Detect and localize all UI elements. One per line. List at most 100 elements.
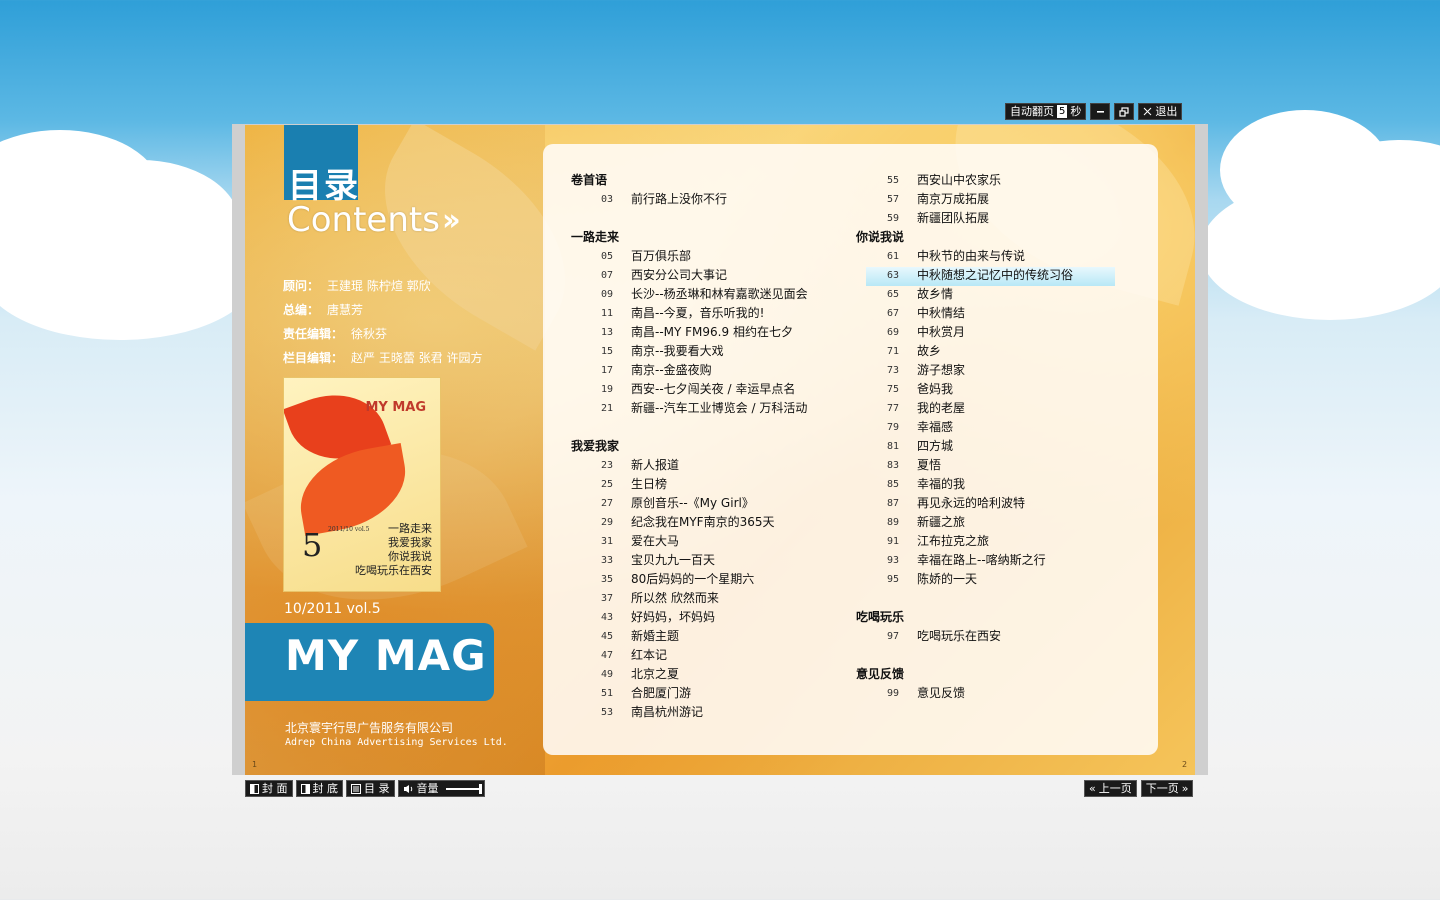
- toc-entry-title: 纪念我在MYF南京的365天: [631, 515, 775, 529]
- toc-entry[interactable]: 03 前行路上没你不行: [601, 190, 727, 209]
- toc-entry-page: 71: [887, 346, 900, 357]
- toc-entry[interactable]: 65 故乡情: [887, 285, 953, 304]
- toc-entry[interactable]: 15 南京--我要看大戏: [601, 342, 724, 361]
- prev-page-button[interactable]: « 上一页: [1084, 780, 1137, 797]
- toc-entry[interactable]: 35 80后妈妈的一个星期六: [601, 570, 754, 589]
- minimize-button[interactable]: [1090, 103, 1111, 120]
- toc-entry-page: 67: [887, 308, 900, 319]
- toc-entry-title: 80后妈妈的一个星期六: [631, 572, 755, 586]
- toc-entry[interactable]: 59 新疆团队拓展: [887, 209, 989, 228]
- cloud-decoration: [0, 200, 260, 340]
- toc-entry[interactable]: 13 南昌--MY FM96.9 相约在七夕: [601, 323, 793, 342]
- toc-entry-title: 中秋节的由来与传说: [917, 249, 1026, 263]
- toc-entry[interactable]: 21 新疆--汽车工业博览会 / 万科活动: [601, 399, 807, 418]
- toc-entry-page: 51: [601, 688, 614, 699]
- double-chevron-right-icon: ››: [442, 203, 461, 238]
- toc-entry[interactable]: 43 好妈妈，坏妈妈: [601, 608, 715, 627]
- toc-entry[interactable]: 89 新疆之旅: [887, 513, 965, 532]
- toc-entry-title: 宝贝九九一百天: [631, 553, 716, 567]
- cover-thumbnail: MY MAG 5 2011/10 vol.5 一路走来 我爱我家 你说我说 吃喝…: [283, 377, 441, 592]
- toc-entry[interactable]: 79 幸福感: [887, 418, 953, 437]
- toc-entry-title: 南京--金盛夜购: [631, 363, 712, 377]
- toc-entry[interactable]: 95 陈娇的一天: [887, 570, 977, 589]
- toc-title-en: Contents: [287, 200, 440, 240]
- toc-entry[interactable]: 09 长沙--杨丞琳和林宥嘉歌迷见面会: [601, 285, 808, 304]
- auto-flip-control[interactable]: 自动翻页 5 秒: [1005, 103, 1087, 120]
- page-number-left: 1: [252, 760, 258, 769]
- toc-entry[interactable]: 51 合肥厦门游: [601, 684, 691, 703]
- auto-flip-seconds-input[interactable]: 5: [1057, 105, 1068, 118]
- bottom-toolbar-right: « 上一页 下一页 »: [1084, 780, 1194, 797]
- toc-entry-title: 好妈妈，坏妈妈: [631, 610, 716, 624]
- volume-slider-handle[interactable]: [478, 783, 482, 794]
- toc-entry[interactable]: 11 南昌--今夏，音乐听我的!: [601, 304, 764, 323]
- toc-entry-page: 91: [887, 536, 900, 547]
- toc-entry[interactable]: 53 南昌杭州游记: [601, 703, 703, 722]
- next-label: 下一页: [1145, 782, 1179, 795]
- toc-entry[interactable]: 07 西安分公司大事记: [601, 266, 727, 285]
- toc-entry[interactable]: 61 中秋节的由来与传说: [887, 247, 1025, 266]
- toc-entry[interactable]: 47 红本记: [601, 646, 667, 665]
- toc-entry[interactable]: 73 游子想家: [887, 361, 965, 380]
- toc-button[interactable]: 目 录: [346, 780, 395, 797]
- toc-entry[interactable]: 75 爸妈我: [887, 380, 953, 399]
- toc-entry[interactable]: 91 江布拉克之旅: [887, 532, 989, 551]
- toc-entry[interactable]: 05 百万俱乐部: [601, 247, 691, 266]
- toc-entry[interactable]: 67 中秋情结: [887, 304, 965, 323]
- toc-entry[interactable]: 87 再见永远的哈利波特: [887, 494, 1025, 513]
- toc-entry[interactable]: 31 爱在大马: [601, 532, 679, 551]
- toc-entry[interactable]: 19 西安--七夕闯关夜 / 幸运早点名: [601, 380, 795, 399]
- speaker-icon: [403, 784, 412, 793]
- toc-entry-page: 43: [601, 612, 614, 623]
- volume-slider[interactable]: [445, 783, 482, 794]
- toc-entry-page: 61: [887, 251, 900, 262]
- toc-entry[interactable]: 29 纪念我在MYF南京的365天: [601, 513, 775, 532]
- toc-entry[interactable]: 25 生日榜: [601, 475, 667, 494]
- toc-entry[interactable]: 83 夏悟: [887, 456, 941, 475]
- toc-entry[interactable]: 45 新婚主题: [601, 627, 679, 646]
- toc-entry[interactable]: 55 西安山中农家乐: [887, 171, 1001, 190]
- toc-entry-title: 生日榜: [631, 477, 668, 491]
- toc-entry[interactable]: 17 南京--金盛夜购: [601, 361, 712, 380]
- toc-entry[interactable]: 49 北京之夏: [601, 665, 679, 684]
- toc-entry[interactable]: 37 所以然 欣然而来: [601, 589, 719, 608]
- toc-entry[interactable]: 33 宝贝九九一百天: [601, 551, 715, 570]
- toc-entry-title: 百万俱乐部: [631, 249, 692, 263]
- toc-entry[interactable]: 23 新人报道: [601, 456, 679, 475]
- exit-button[interactable]: 退出: [1138, 103, 1183, 120]
- toc-entry[interactable]: 63 中秋随想之记忆中的传统习俗: [887, 266, 1073, 285]
- toc-entry-page: 85: [887, 479, 900, 490]
- toc-entry-title: 幸福在路上--喀纳斯之行: [917, 553, 1046, 567]
- cover-label: 封 面: [262, 782, 288, 795]
- toc-entry[interactable]: 99 意见反馈: [887, 684, 965, 703]
- toc-entry-title: 爸妈我: [917, 382, 954, 396]
- toc-entry-title: 陈娇的一天: [917, 572, 978, 586]
- toc-entry[interactable]: 71 故乡: [887, 342, 941, 361]
- toc-entry-title: 江布拉克之旅: [917, 534, 990, 548]
- toc-entry[interactable]: 27 原创音乐--《My Girl》: [601, 494, 754, 513]
- toc-entry-page: 65: [887, 289, 900, 300]
- toc-entry[interactable]: 93 幸福在路上--喀纳斯之行: [887, 551, 1046, 570]
- toc-entry-title: 意见反馈: [917, 686, 966, 700]
- toc-entry[interactable]: 81 四方城: [887, 437, 953, 456]
- toc-entry-title: 爱在大马: [631, 534, 680, 548]
- back-cover-button[interactable]: 封 底: [295, 780, 343, 797]
- toc-entry[interactable]: 85 幸福的我: [887, 475, 965, 494]
- toc-entry-page: 87: [887, 498, 900, 509]
- restore-button[interactable]: [1114, 103, 1135, 120]
- toc-entry[interactable]: 97 吃喝玩乐在西安: [887, 627, 1001, 646]
- toc-entry[interactable]: 69 中秋赏月: [887, 323, 965, 342]
- toc-entry[interactable]: 57 南京万成拓展: [887, 190, 989, 209]
- toc-entry-page: 77: [887, 403, 900, 414]
- toc-entry-title: 吃喝玩乐在西安: [917, 629, 1002, 643]
- next-page-button[interactable]: 下一页 »: [1140, 780, 1194, 797]
- volume-control[interactable]: 音量: [397, 780, 485, 797]
- cover-button[interactable]: 封 面: [245, 780, 293, 797]
- toc-entry-page: 59: [887, 213, 900, 224]
- brand-logo: MY MAG: [285, 631, 487, 680]
- toc-section-heading: 我爱我家: [571, 439, 620, 453]
- auto-flip-unit: 秒: [1070, 105, 1082, 118]
- restore-icon: [1119, 106, 1129, 117]
- toc-entry-page: 03: [601, 194, 614, 205]
- toc-entry[interactable]: 77 我的老屋: [887, 399, 965, 418]
